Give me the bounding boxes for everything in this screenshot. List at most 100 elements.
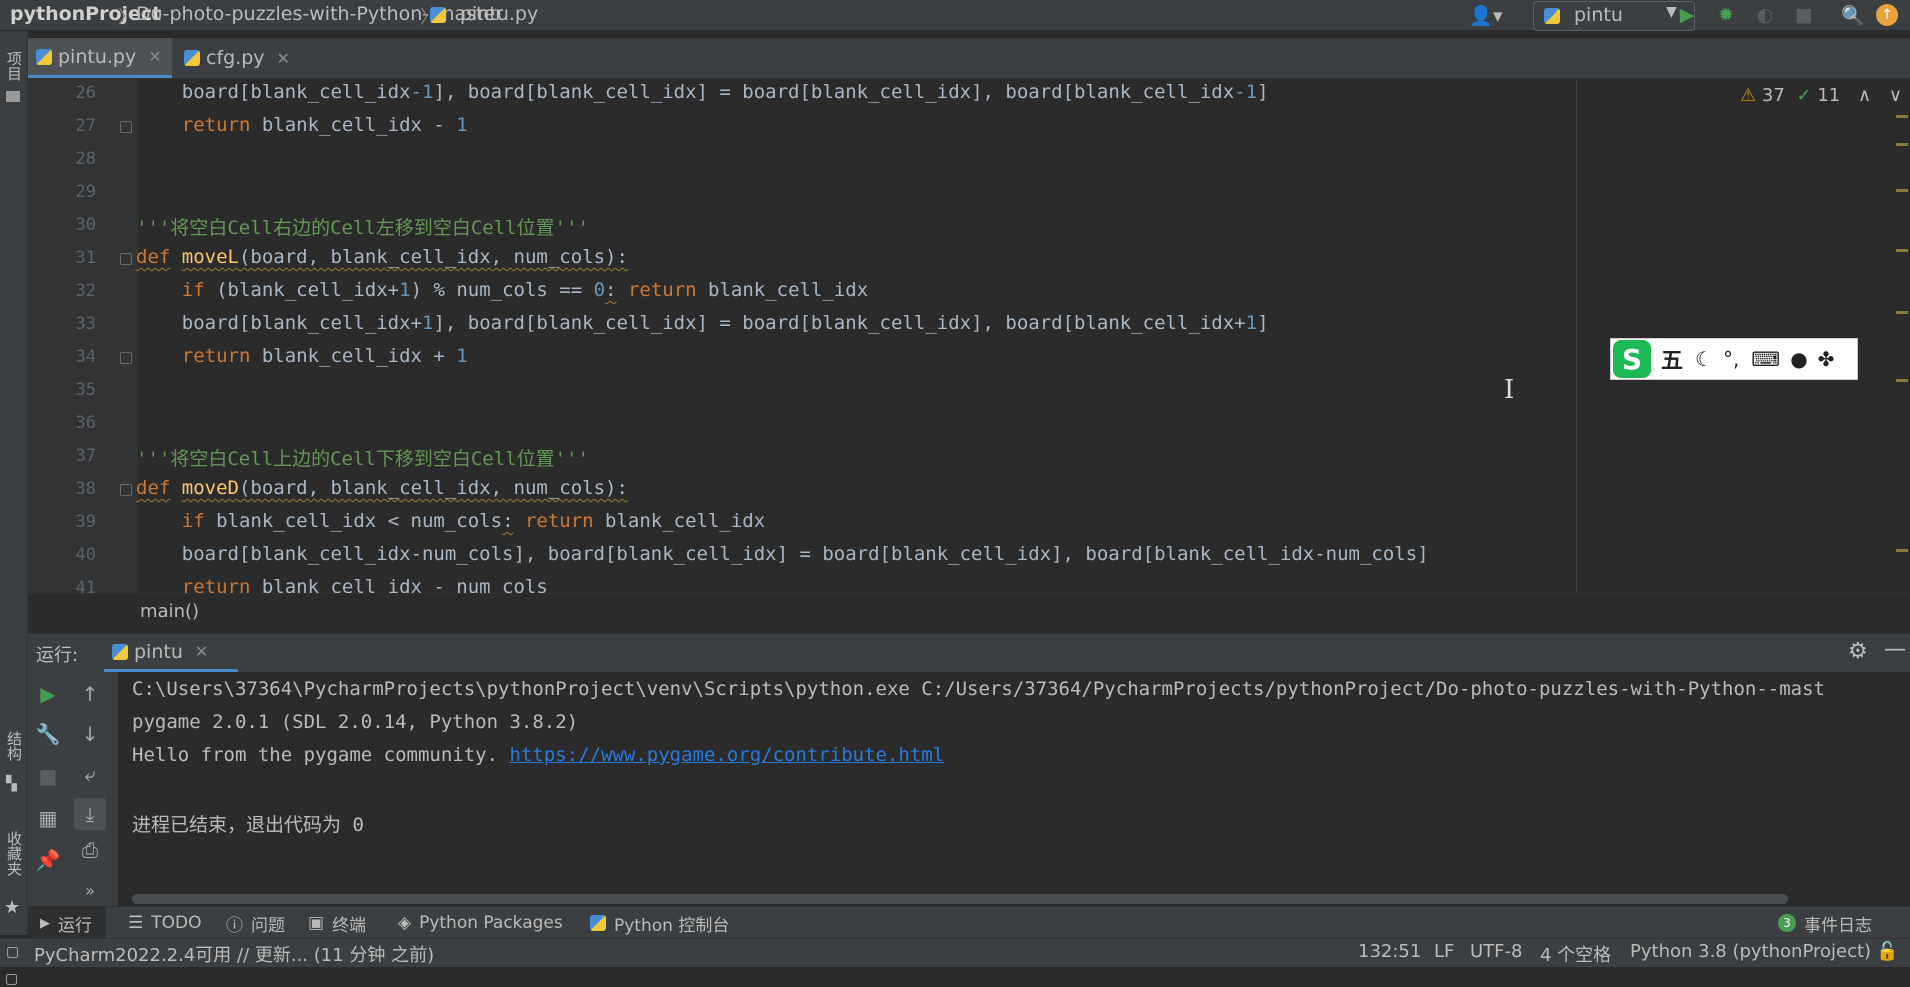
run-configuration-select[interactable]: pintu ▼ [1533, 1, 1695, 31]
fold-marker-icon[interactable] [120, 352, 132, 364]
tool-tab-run[interactable]: ▶ 运行 [28, 907, 106, 939]
editor-tabs: pintu.py ✕ cfg.py ✕ [28, 38, 1910, 79]
line-number: 28 [75, 149, 96, 169]
tool-tab-label: 问题 [251, 915, 285, 936]
ime-mode[interactable]: 五 [1661, 343, 1683, 375]
tool-tab-todo[interactable]: ☰ TODO [128, 907, 202, 939]
close-icon[interactable]: ✕ [277, 49, 290, 68]
run-console[interactable]: ▶ 🔧 ■ ▦ 📌 ↑ ↓ ⤶ ⤓ ⎙ » C:\Users\37364\Pyc… [28, 672, 1910, 906]
tab-pintu-py[interactable]: pintu.py ✕ [28, 38, 172, 78]
next-highlight-icon[interactable]: ∨ [1889, 85, 1902, 106]
tool-tab-python-console[interactable]: Python 控制台 [590, 907, 729, 939]
warning-count: 37 [1761, 85, 1785, 106]
moon-icon[interactable]: ☾ [1695, 347, 1713, 371]
run-tab-pintu[interactable]: pintu ✕ [104, 634, 238, 672]
print-icon[interactable]: ⎙ [78, 838, 102, 862]
error-stripe-mark[interactable] [1896, 549, 1908, 552]
horizontal-scrollbar[interactable] [132, 894, 1788, 904]
stop-icon[interactable]: ■ [1793, 4, 1815, 26]
error-stripe-mark[interactable] [1896, 379, 1908, 382]
soft-wrap-icon[interactable]: ⤶ [78, 762, 102, 786]
packages-icon: ◈ [398, 913, 412, 933]
tool-tab-problems[interactable]: ⓘ 问题 [226, 907, 285, 939]
structure-icon: ▚ [6, 776, 17, 792]
code-text: ] [1257, 81, 1269, 103]
breadcrumb-file[interactable]: pintu.py [460, 3, 538, 25]
layout-icon[interactable]: ▦ [36, 806, 60, 830]
code-text: blank_cell_idx - [250, 114, 457, 136]
tool-tab-label: Python 控制台 [614, 915, 730, 936]
arrow-up-icon[interactable]: ↑ [78, 682, 102, 706]
line-number: 35 [75, 380, 96, 400]
editor-breadcrumb: main() [28, 593, 1910, 630]
file-encoding[interactable]: UTF-8 [1470, 941, 1522, 962]
favorites-tool-tab[interactable]: 收藏夹 [4, 831, 25, 876]
error-stripe-mark[interactable] [1896, 249, 1908, 252]
list-icon: ☰ [128, 913, 144, 933]
close-icon[interactable]: ✕ [148, 47, 161, 66]
update-icon[interactable]: ↑ [1876, 4, 1898, 26]
search-icon[interactable]: 🔍 [1841, 4, 1865, 27]
tool-tab-python-packages[interactable]: ◈ Python Packages [398, 907, 563, 939]
line-separator[interactable]: LF [1434, 941, 1454, 962]
caret-position[interactable]: 132:51 [1358, 941, 1421, 962]
lock-icon[interactable]: 🔓 [1876, 941, 1898, 962]
punctuation-icon[interactable]: °, [1723, 347, 1739, 371]
rerun-icon[interactable]: ▶ [36, 682, 60, 706]
run-icon[interactable]: ▶ [1676, 4, 1698, 26]
code-keyword: return [513, 510, 594, 532]
skin-icon[interactable]: ✤ [1818, 347, 1835, 371]
error-stripe-mark[interactable] [1896, 143, 1908, 146]
keyboard-icon[interactable]: ⌨ [1751, 347, 1780, 371]
status-message[interactable]: PyCharm2022.2.4可用 // 更新... (11 分钟 之前) [34, 941, 434, 967]
code-editor[interactable]: 26 27 28 29 30 31 32 33 34 35 36 37 38 3… [28, 79, 1910, 593]
arrow-down-icon[interactable]: ↓ [78, 722, 102, 746]
wrench-icon[interactable]: 🔧 [36, 722, 61, 746]
event-log-tab[interactable]: 3 事件日志 [1778, 907, 1872, 939]
user-account-icon[interactable]: 👤▾ [1466, 4, 1506, 27]
line-number: 32 [75, 281, 96, 301]
gear-icon[interactable]: ⚙ [1848, 639, 1868, 664]
breadcrumb-function[interactable]: main() [140, 601, 199, 622]
code-line-33: board[blank_cell_idx+1], board[blank_cel… [136, 312, 1269, 334]
debug-icon[interactable]: ✹ [1715, 4, 1737, 26]
coverage-icon[interactable]: ◐ [1754, 4, 1776, 26]
indent-setting[interactable]: 4 个空格 [1540, 941, 1611, 967]
more-icon[interactable]: » [78, 878, 102, 902]
breadcrumb-folder[interactable]: Do-photo-puzzles-with-Python--master [136, 3, 503, 25]
pygame-contribute-link[interactable]: https://www.pygame.org/contribute.html [510, 744, 945, 766]
toggle-tool-windows-icon[interactable]: ▢ [6, 944, 19, 960]
sogou-logo-icon[interactable]: S [1613, 340, 1651, 378]
project-tool-tab[interactable]: 项目 [4, 51, 25, 81]
minimize-icon[interactable]: — [1884, 637, 1906, 662]
stop-icon[interactable]: ■ [36, 764, 60, 788]
tool-tab-label: TODO [151, 913, 202, 933]
code-text: blank_cell_idx < num_cols [204, 510, 503, 532]
code-line-26: board[blank_cell_idx-1], board[blank_cel… [136, 81, 1269, 103]
code-text: board[blank_cell_idx+ [136, 312, 422, 334]
error-stripe-mark[interactable] [1896, 115, 1908, 118]
close-icon[interactable]: ✕ [195, 642, 208, 661]
error-stripe-mark[interactable] [1896, 311, 1908, 314]
user-icon[interactable]: ● [1790, 347, 1807, 371]
ime-toolbar[interactable]: S 五 ☾ °, ⌨ ● ✤ [1610, 338, 1858, 380]
fold-marker-icon[interactable] [120, 253, 132, 265]
code-keyword: return [136, 576, 251, 593]
line-number: 29 [75, 182, 96, 202]
error-stripe-mark[interactable] [1896, 189, 1908, 192]
tool-tab-terminal[interactable]: ▣ 终端 [308, 907, 366, 939]
structure-tool-tab[interactable]: 结构 [4, 731, 25, 761]
code-keyword: if [136, 279, 205, 301]
previous-highlight-icon[interactable]: ∧ [1858, 85, 1871, 106]
pin-icon[interactable]: 📌 [36, 848, 61, 872]
fold-marker-icon[interactable] [120, 121, 132, 133]
code-text: blank_cell_idx [696, 279, 869, 301]
scroll-to-end-icon[interactable]: ⤓ [74, 798, 106, 830]
code-number: 1 [456, 114, 468, 136]
python-interpreter[interactable]: Python 3.8 (pythonProject) [1630, 941, 1871, 962]
fold-marker-icon[interactable] [120, 484, 132, 496]
tab-cfg-py[interactable]: cfg.py ✕ [176, 38, 300, 78]
inspection-widget[interactable]: ⚠ 37 ✓ 11 ∧ ∨ [1740, 85, 1902, 106]
panel-toggle-icon[interactable]: ▢ [5, 971, 18, 987]
navigation-bar: pythonProject 〉 Do-photo-puzzles-with-Py… [0, 0, 1910, 31]
